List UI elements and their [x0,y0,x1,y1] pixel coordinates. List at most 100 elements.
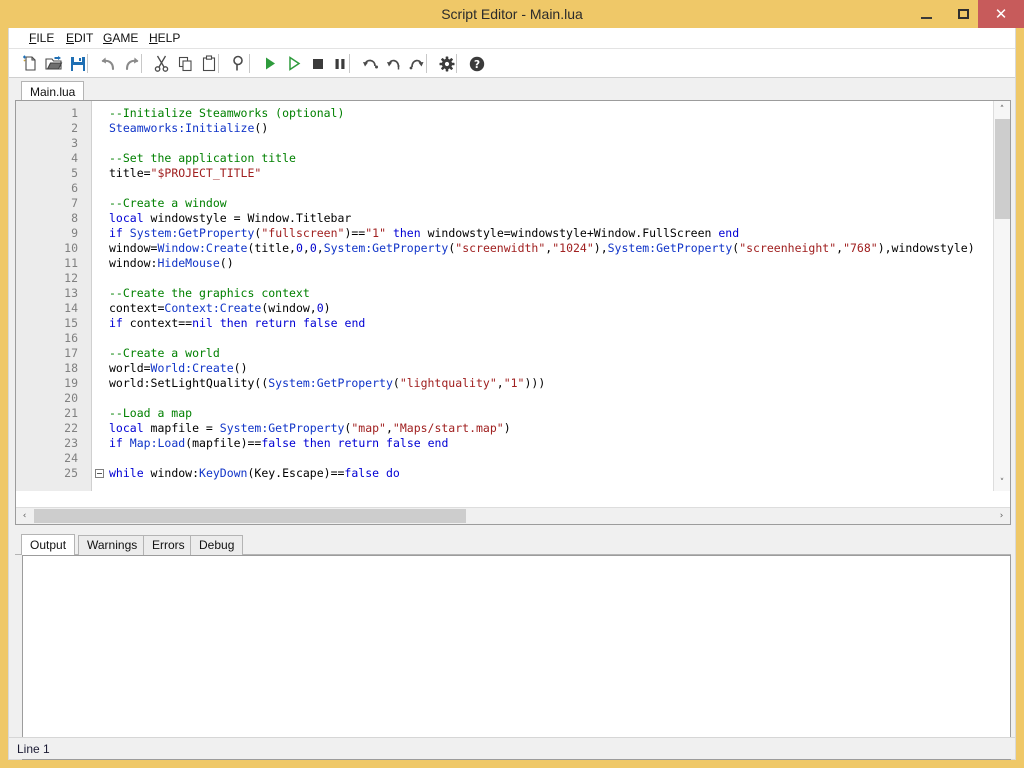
code-token-kw: return [254,316,296,330]
code-line[interactable]: 19world:SetLightQuality((System:GetPrope… [16,376,995,391]
code-line[interactable]: 18world=World:Create() [16,361,995,376]
code-line[interactable]: 7--Create a window [16,196,995,211]
code-line[interactable]: 3 [16,136,995,151]
code-token-nm: 0 [310,241,317,255]
code-token-fn: HideMouse [157,256,219,270]
line-number: 8 [16,211,78,226]
editor-vertical-scrollbar[interactable]: ˄ ˅ [993,101,1010,491]
code-line[interactable]: 12 [16,271,995,286]
code-line[interactable]: 15if context==nil then return false end [16,316,995,331]
code-token-pl: () [220,256,234,270]
step-into-icon[interactable] [381,51,406,76]
code-line[interactable]: 2Steamworks:Initialize() [16,121,995,136]
code-viewport[interactable]: 1--Initialize Steamworks (optional)2Stea… [16,101,995,491]
minimize-button[interactable] [904,0,949,28]
code-line[interactable]: 1--Initialize Steamworks (optional) [16,106,995,121]
code-token-kw: local [109,421,144,435]
code-line[interactable]: 16 [16,331,995,346]
code-line[interactable]: 23if Map:Load(mapfile)==false then retur… [16,436,995,451]
code-line[interactable]: 5title="$PROJECT_TITLE" [16,166,995,181]
code-token-pl: (Key.Escape)== [247,466,344,480]
code-token-st: "lightquality" [400,376,497,390]
code-line[interactable]: 8local windowstyle = Window.Titlebar [16,211,995,226]
horizontal-scrollbar-thumb[interactable] [34,509,466,523]
menu-item-file[interactable]: FILE [23,28,60,49]
copy-icon[interactable] [173,51,198,76]
code-line[interactable]: 22local mapfile = System:GetProperty("ma… [16,421,995,436]
output-tab-warnings[interactable]: Warnings [78,535,146,555]
code-token-pl: ) [324,301,331,315]
code-token-pl: (title, [247,241,295,255]
line-number: 22 [16,421,78,436]
pause-icon[interactable] [327,51,352,76]
code-token-pl [386,226,393,240]
code-line[interactable]: 6 [16,181,995,196]
open-file-icon[interactable] [41,51,66,76]
find-icon[interactable] [226,51,251,76]
code-token-st: "$PROJECT_TITLE" [151,166,262,180]
undo-icon[interactable] [95,51,120,76]
code-line[interactable]: 4--Set the application title [16,151,995,166]
code-token-st: "fullscreen" [261,226,344,240]
debug-run-icon[interactable] [281,51,306,76]
code-token-pl: world:SetLightQuality(( [109,376,268,390]
line-number: 14 [16,301,78,316]
code-token-pl: , [317,241,324,255]
code-token-kw: then [393,226,421,240]
code-line[interactable]: 14context=Context:Create(window,0) [16,301,995,316]
maximize-icon [958,9,969,19]
code-line[interactable]: 21--Load a map [16,406,995,421]
code-token-fn: World:Create [151,361,234,375]
line-number: 12 [16,271,78,286]
close-button[interactable]: ✕ [978,0,1024,28]
code-token-pl: window: [144,466,199,480]
maximize-button[interactable] [948,0,978,28]
code-line-text: window=Window:Create(title,0,0,System:Ge… [109,241,975,256]
code-line[interactable]: 10window=Window:Create(title,0,0,System:… [16,241,995,256]
menu-item-help[interactable]: HELP [143,28,186,49]
tab-main-lua[interactable]: Main.lua [21,81,84,101]
code-line[interactable]: 24 [16,451,995,466]
output-tab-output[interactable]: Output [21,534,75,555]
new-file-icon[interactable] [17,51,42,76]
line-number: 19 [16,376,78,391]
editor-tab-strip: Main.lua [15,79,1011,101]
step-out-icon[interactable] [404,51,429,76]
editor-horizontal-scrollbar[interactable]: ‹ › [16,507,1010,524]
scroll-right-icon[interactable]: › [993,508,1010,524]
code-line[interactable]: 20 [16,391,995,406]
redo-icon[interactable] [119,51,144,76]
run-icon[interactable] [257,51,282,76]
menu-item-edit[interactable]: EDIT [60,28,99,49]
code-line[interactable]: 11window:HideMouse() [16,256,995,271]
output-tab-errors[interactable]: Errors [143,535,194,555]
code-token-fn: KeyDown [199,466,247,480]
scroll-up-icon[interactable]: ˄ [994,101,1010,118]
save-file-icon[interactable] [65,51,90,76]
line-number: 6 [16,181,78,196]
code-line[interactable]: 13--Create the graphics context [16,286,995,301]
cut-icon[interactable] [149,51,174,76]
code-fold-toggle[interactable] [95,469,104,478]
scroll-left-icon[interactable]: ‹ [16,508,33,524]
help-icon[interactable]: ? [464,51,489,76]
code-token-pl: mapfile = [144,421,220,435]
code-editor[interactable]: 1--Initialize Steamworks (optional)2Stea… [15,100,1011,525]
paste-icon[interactable] [196,51,221,76]
code-token-fn: System:GetProperty [324,241,449,255]
line-number: 2 [16,121,78,136]
scroll-down-icon[interactable]: ˅ [994,474,1010,491]
code-token-st: "768" [843,241,878,255]
menu-item-game[interactable]: GAME [97,28,144,49]
code-token-pl [296,436,303,450]
code-token-pl [213,316,220,330]
code-line[interactable]: 9if System:GetProperty("fullscreen")=="1… [16,226,995,241]
output-tab-debug[interactable]: Debug [190,535,243,555]
code-token-nm: 0 [296,241,303,255]
step-over-icon[interactable] [358,51,383,76]
output-console[interactable] [22,555,1011,760]
code-line[interactable]: 17--Create a world [16,346,995,361]
code-line[interactable]: 25while window:KeyDown(Key.Escape)==fals… [16,466,995,481]
vertical-scrollbar-thumb[interactable] [995,119,1010,219]
settings-gear-icon[interactable] [434,51,459,76]
